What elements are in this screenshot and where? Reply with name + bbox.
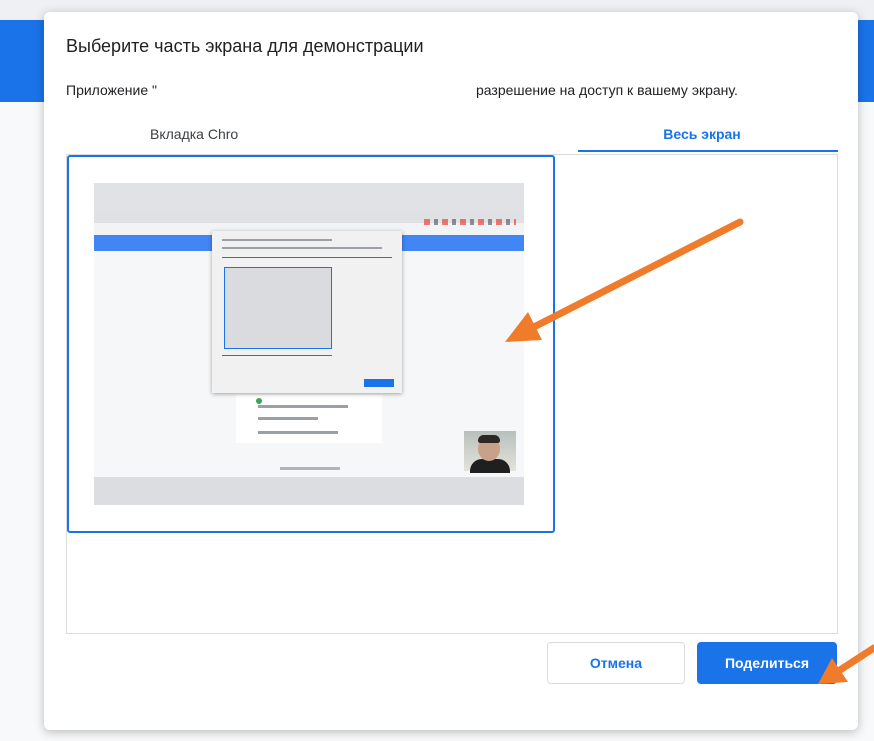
preview-line [222, 247, 382, 249]
preview-nested-dialog [212, 231, 402, 393]
preview-top-area [94, 183, 524, 213]
preview-nested-thumbnail [224, 267, 332, 349]
screen-thumbnail[interactable] [67, 155, 555, 533]
preview-person-hair [478, 435, 500, 443]
tab-chrome-label: Вкладка Chro [150, 126, 239, 142]
tab-entire-screen-label: Весь экран [663, 126, 741, 142]
preview-webcam-video [464, 431, 516, 473]
tab-entire-screen[interactable]: Весь экран [566, 118, 838, 152]
page: Выберите часть экрана для демонстрации П… [0, 0, 874, 741]
preview-line [222, 257, 392, 258]
preview-person-body [470, 459, 510, 473]
preview-line [222, 239, 332, 241]
screen-preview-image [94, 183, 524, 505]
preview-card-line [258, 431, 338, 434]
screen-share-dialog: Выберите часть экрана для демонстрации П… [44, 12, 858, 730]
preview-card-line [258, 417, 318, 420]
preview-card-line [258, 405, 348, 408]
preview-green-icon [256, 398, 262, 404]
dialog-description-end: разрешение на доступ к вашему экрану. [476, 82, 738, 98]
share-button[interactable]: Поделиться [697, 642, 837, 684]
cancel-button[interactable]: Отмена [547, 642, 685, 684]
tab-selected-indicator [576, 150, 838, 152]
preview-line [222, 355, 332, 356]
dialog-title: Выберите часть экрана для демонстрации [66, 36, 424, 56]
preview-bottom-bar [94, 477, 524, 505]
redaction-overlay [260, 112, 578, 157]
source-list [66, 154, 838, 634]
preview-footer-text [280, 467, 340, 470]
preview-toolbar-icons [424, 219, 516, 225]
dialog-description-start: Приложение " [66, 82, 157, 98]
preview-share-button [364, 379, 394, 387]
